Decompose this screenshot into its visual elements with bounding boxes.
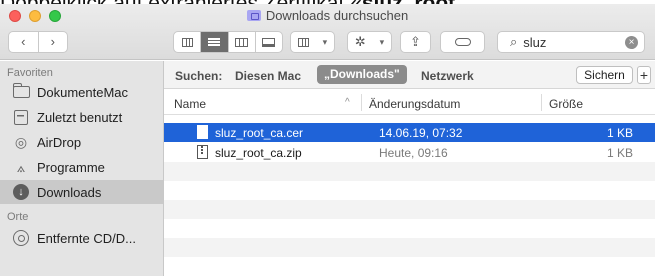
sidebar-item-remote-disc[interactable]: Entfernte CD/D... <box>0 226 163 250</box>
forward-button[interactable]: › <box>39 32 68 52</box>
column-view-icon <box>235 37 249 47</box>
sidebar: Favoriten DokumenteMac Zuletzt benutzt ◎… <box>0 61 164 276</box>
empty-row <box>164 238 655 257</box>
sidebar-item-label: Downloads <box>37 184 102 200</box>
sort-chevron-icon: ^ <box>345 97 350 108</box>
downloads-icon: ↓ <box>12 184 30 200</box>
airdrop-icon: ◎ <box>14 133 28 150</box>
document-icon <box>197 125 208 139</box>
tag-button[interactable] <box>440 31 485 53</box>
share-button[interactable]: ⇪ <box>400 31 431 53</box>
scope-network[interactable]: Netzwerk <box>421 69 474 83</box>
chevron-down-icon: ▾ <box>379 36 385 47</box>
nav-buttons: ‹ › <box>8 31 68 53</box>
icon-view-button[interactable] <box>174 32 202 52</box>
save-search-button[interactable]: Sichern <box>576 66 633 84</box>
folder-icon <box>12 83 30 100</box>
recent-icon <box>12 109 30 125</box>
column-size[interactable]: Größe <box>549 97 583 111</box>
sidebar-heading-favorites: Favoriten <box>7 67 53 79</box>
clear-search-icon[interactable]: × <box>625 36 638 49</box>
group-button[interactable]: ▾ <box>290 31 335 53</box>
column-header: Name ^ Änderungsdatum Größe <box>164 90 655 115</box>
scope-downloads[interactable]: „Downloads" <box>317 65 407 84</box>
file-date: 14.06.19, 07:32 <box>379 126 463 140</box>
column-separator <box>361 94 362 111</box>
gear-icon: ✲ <box>354 34 366 49</box>
icon-view-icon <box>181 37 193 47</box>
empty-row <box>164 200 655 219</box>
sidebar-item-label: DokumenteMac <box>37 84 129 100</box>
column-date[interactable]: Änderungsdatum <box>369 97 460 111</box>
applications-icon: ⟑ <box>16 158 26 175</box>
search-input[interactable]: sluz <box>523 35 546 50</box>
disc-icon <box>12 230 30 246</box>
search-folder-icon <box>246 10 261 21</box>
window-title-text: Downloads durchsuchen <box>265 8 409 23</box>
add-criteria-button[interactable]: + <box>637 66 651 84</box>
file-row[interactable]: sluz_root_ca.zip Heute, 09:16 1 KB <box>164 143 655 162</box>
scope-label: Suchen: <box>175 69 223 83</box>
gallery-view-button[interactable] <box>256 32 282 52</box>
back-button[interactable]: ‹ <box>9 32 39 52</box>
search-field[interactable]: ⌕ sluz × <box>497 31 645 53</box>
column-view-button[interactable] <box>229 32 256 52</box>
sidebar-item-label: Entfernte CD/D... <box>37 230 136 246</box>
file-date: Heute, 09:16 <box>379 146 448 160</box>
search-icon: ⌕ <box>510 34 518 49</box>
scope-this-mac[interactable]: Diesen Mac <box>235 69 301 83</box>
tag-icon <box>454 38 471 46</box>
sidebar-item-dokumentemac[interactable]: DokumenteMac <box>0 80 163 104</box>
zip-file-icon <box>197 145 208 159</box>
titlebar: Downloads durchsuchen ‹ › ▾ ✲ ▾ ⇪ ⌕ sluz … <box>0 4 655 60</box>
column-separator <box>541 94 542 111</box>
list-view-icon <box>208 41 221 43</box>
list-view-button[interactable] <box>201 32 229 52</box>
file-name: sluz_root_ca.cer <box>215 126 304 140</box>
file-name: sluz_root_ca.zip <box>215 146 302 160</box>
sidebar-item-downloads[interactable]: ↓ Downloads <box>0 180 163 204</box>
chevron-down-icon: ▾ <box>322 36 328 47</box>
finder-window: Downloads durchsuchen ‹ › ▾ ✲ ▾ ⇪ ⌕ sluz … <box>0 4 655 276</box>
window-title: Downloads durchsuchen <box>0 8 655 23</box>
sidebar-item-label: Programme <box>37 159 105 175</box>
gallery-view-icon <box>262 37 276 47</box>
group-icon <box>297 37 309 47</box>
column-name[interactable]: Name <box>174 97 206 111</box>
file-row[interactable]: sluz_root_ca.cer 14.06.19, 07:32 1 KB <box>164 123 655 142</box>
sidebar-item-label: Zuletzt benutzt <box>37 109 123 125</box>
sidebar-item-airdrop[interactable]: ◎ AirDrop <box>0 130 163 154</box>
search-scope-bar: Suchen: Diesen Mac „Downloads" Netzwerk … <box>164 61 655 89</box>
file-size: 1 KB <box>606 126 633 140</box>
sidebar-item-applications[interactable]: ⟑ Programme <box>0 155 163 179</box>
sidebar-item-recent[interactable]: Zuletzt benutzt <box>0 105 163 129</box>
action-button[interactable]: ✲ ▾ <box>347 31 392 53</box>
sidebar-item-label: AirDrop <box>37 134 82 150</box>
empty-row <box>164 162 655 181</box>
file-browser: Suchen: Diesen Mac „Downloads" Netzwerk … <box>164 61 655 276</box>
view-mode-segmented <box>173 31 283 53</box>
sidebar-heading-places: Orte <box>7 211 29 223</box>
share-icon: ⇪ <box>410 34 421 49</box>
file-size: 1 KB <box>606 146 633 160</box>
